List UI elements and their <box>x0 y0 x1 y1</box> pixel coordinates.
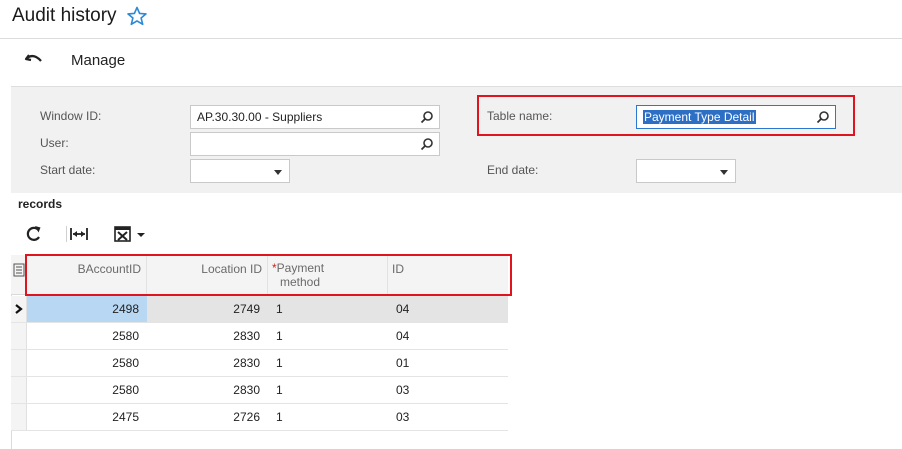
table-row[interactable]: 2498 2749 1 04 <box>11 296 508 323</box>
cell-location-id[interactable]: 2830 <box>147 323 268 349</box>
grid-header-highlight <box>25 254 512 296</box>
cell-id[interactable]: 03 <box>388 404 508 430</box>
cell-id[interactable]: 01 <box>388 350 508 376</box>
row-selector[interactable] <box>11 350 27 376</box>
table-row[interactable]: 2475 2726 1 03 <box>11 404 508 431</box>
cell-id[interactable]: 04 <box>388 296 508 322</box>
user-field[interactable] <box>190 132 440 156</box>
cell-baccountid[interactable]: 2498 <box>27 296 147 322</box>
end-date-field[interactable] <box>636 159 736 183</box>
row-selector[interactable] <box>11 296 27 322</box>
chevron-down-icon[interactable] <box>274 170 282 175</box>
window-id-label: Window ID: <box>40 109 102 123</box>
table-name-field[interactable]: Payment Type Detail <box>636 105 836 129</box>
search-icon[interactable] <box>816 110 830 124</box>
grid-toolbar <box>11 214 902 254</box>
search-icon[interactable] <box>420 137 434 151</box>
window-id-field[interactable]: AP.30.30.00 - Suppliers <box>190 105 440 129</box>
records-section-title: records <box>18 197 63 211</box>
fit-columns-icon[interactable] <box>69 224 89 244</box>
toolbar-divider <box>66 226 67 242</box>
row-selector[interactable] <box>11 323 27 349</box>
row-selector[interactable] <box>11 404 27 430</box>
cell-baccountid[interactable]: 2580 <box>27 350 147 376</box>
search-icon[interactable] <box>420 110 434 124</box>
cell-id[interactable]: 03 <box>388 377 508 403</box>
window-id-value: AP.30.30.00 - Suppliers <box>197 110 323 124</box>
end-date-label: End date: <box>487 163 539 177</box>
user-label: User: <box>40 136 69 150</box>
cell-location-id[interactable]: 2726 <box>147 404 268 430</box>
table-row[interactable]: 2580 2830 1 03 <box>11 377 508 404</box>
row-selector[interactable] <box>11 377 27 403</box>
table-name-value: Payment Type Detail <box>643 110 756 124</box>
cell-baccountid[interactable]: 2580 <box>27 377 147 403</box>
manage-menu[interactable]: Manage <box>71 52 125 69</box>
cell-payment-method[interactable]: 1 <box>268 296 388 322</box>
column-settings-icon[interactable] <box>13 263 25 277</box>
table-name-label: Table name: <box>487 109 553 123</box>
chevron-down-icon[interactable] <box>720 170 728 175</box>
cell-payment-method[interactable]: 1 <box>268 404 388 430</box>
cell-location-id[interactable]: 2749 <box>147 296 268 322</box>
cell-payment-method[interactable]: 1 <box>268 323 388 349</box>
favorite-star-icon[interactable] <box>126 6 148 26</box>
cell-id[interactable]: 04 <box>388 323 508 349</box>
start-date-field[interactable] <box>190 159 290 183</box>
table-row[interactable]: 2580 2830 1 04 <box>11 323 508 350</box>
refresh-icon[interactable] <box>25 224 43 244</box>
start-date-label: Start date: <box>40 163 96 177</box>
undo-icon[interactable] <box>24 50 44 68</box>
cell-baccountid[interactable]: 2580 <box>27 323 147 349</box>
page-title: Audit history <box>12 5 117 26</box>
cell-location-id[interactable]: 2830 <box>147 350 268 376</box>
cell-location-id[interactable]: 2830 <box>147 377 268 403</box>
current-row-arrow-icon <box>15 304 23 314</box>
cell-baccountid[interactable]: 2475 <box>27 404 147 430</box>
cell-payment-method[interactable]: 1 <box>268 350 388 376</box>
table-row[interactable]: 2580 2830 1 01 <box>11 350 508 377</box>
title-divider <box>0 38 902 39</box>
cell-payment-method[interactable]: 1 <box>268 377 388 403</box>
export-excel-icon[interactable] <box>113 224 147 244</box>
